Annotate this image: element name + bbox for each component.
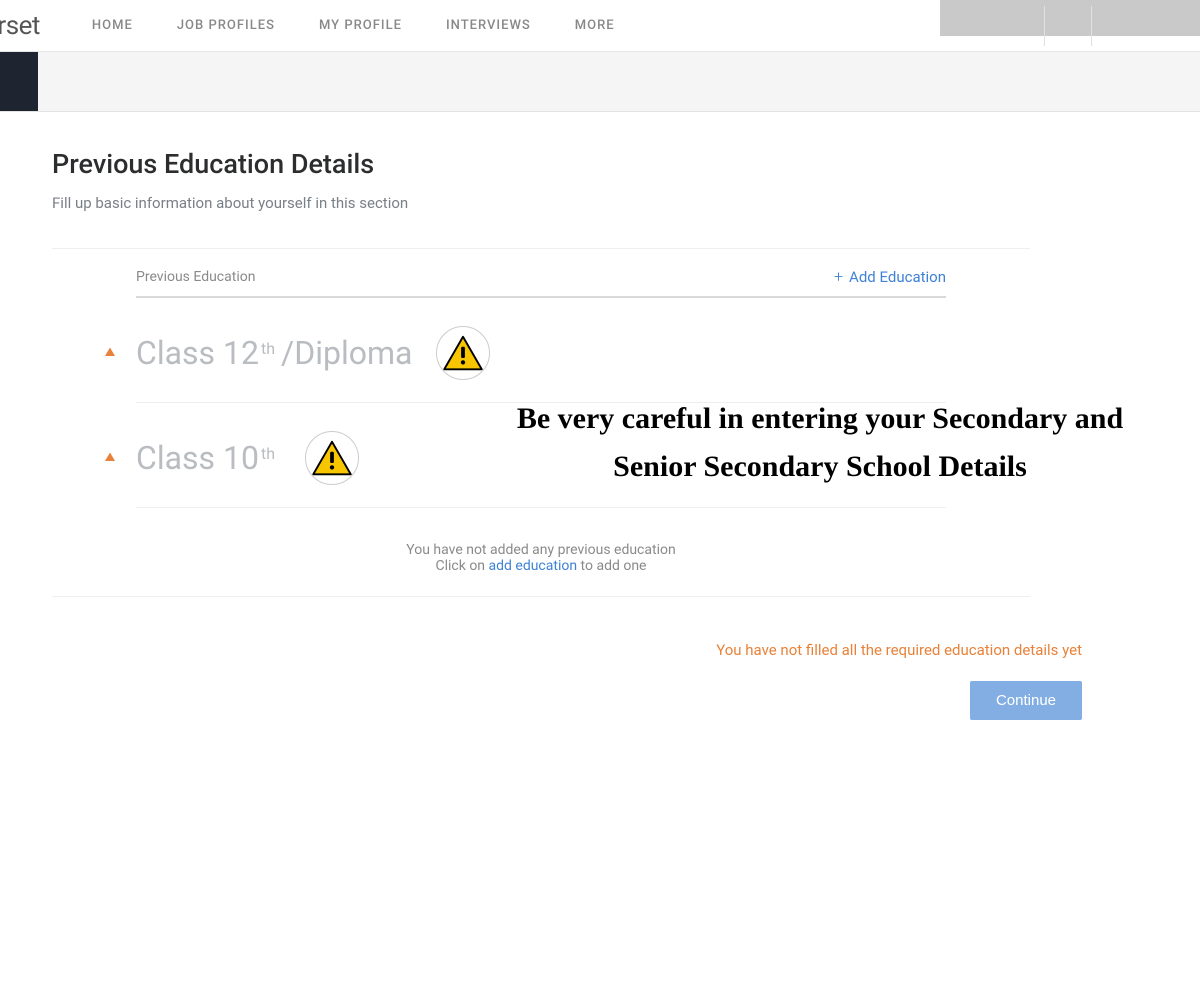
education-row-class-12-diploma[interactable]: Class 12th /Diploma [136,298,946,403]
warning-badge [305,431,359,485]
add-education-label: Add Education [849,268,946,286]
edu-title-post: /Diploma [281,334,412,372]
continue-button[interactable]: Continue [970,681,1082,720]
add-education-button[interactable]: + Add Education [834,267,946,286]
nav-right-redacted-block [940,0,1200,36]
empty-state-line2-post: to add one [577,558,646,574]
instruction-callout: Be very careful in entering your Seconda… [500,395,1140,491]
divider [52,596,1030,597]
nav-divider [1091,6,1092,46]
nav-divider [1044,6,1045,46]
nav-more[interactable]: MORE [575,18,615,33]
empty-state-line2: Click on add education to add one [136,558,946,574]
sub-bar [0,52,1200,112]
add-education-inline-link[interactable]: add education [489,558,578,574]
page-subtitle: Fill up basic information about yourself… [52,194,1030,212]
sub-bar-active-indicator [0,52,38,111]
education-row-title: Class 12th /Diploma [136,334,412,372]
footer-area: You have not filled all the required edu… [52,641,1082,720]
warning-triangle-icon [104,346,116,361]
section-header-label: Previous Education [136,269,255,285]
empty-state-line1: You have not added any previous educatio… [136,542,946,558]
education-row-title: Class 10th [136,439,281,477]
nav-job-profiles[interactable]: JOB PROFILES [177,18,275,33]
top-nav: perset HOME JOB PROFILES MY PROFILE INTE… [0,0,1200,52]
footer-warning-text: You have not filled all the required edu… [52,641,1082,659]
edu-title-pre: Class 10 [136,439,259,477]
empty-state-message: You have not added any previous educatio… [136,508,946,596]
nav-my-profile[interactable]: MY PROFILE [319,18,402,33]
edu-title-sup: th [261,339,275,358]
warning-triangle-icon [104,451,116,466]
edu-title-pre: Class 12 [136,334,259,372]
warning-triangle-icon [312,439,352,477]
empty-state-line2-pre: Click on [436,558,489,574]
plus-icon: + [834,267,843,286]
nav-interviews[interactable]: INTERVIEWS [446,18,531,33]
warning-triangle-icon [443,334,483,372]
brand-fragment: perset [0,11,40,41]
section-header: Previous Education + Add Education [136,249,946,298]
nav-home[interactable]: HOME [92,18,133,33]
page-title: Previous Education Details [52,148,1030,180]
edu-title-sup: th [261,444,275,463]
warning-badge [436,326,490,380]
